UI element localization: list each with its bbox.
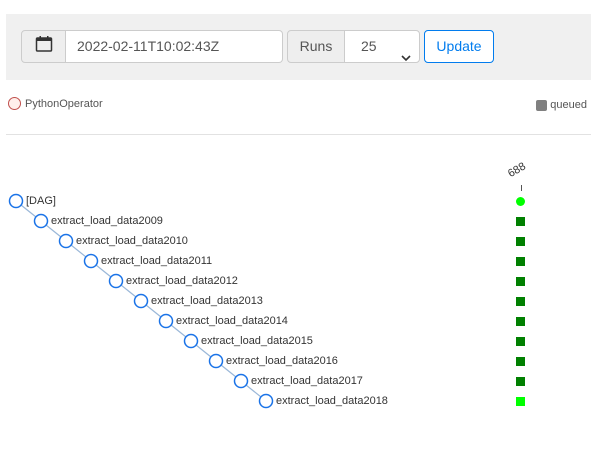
tree-node[interactable] [133, 293, 149, 309]
runs-select-value: 25 [361, 38, 377, 54]
runs-label: Runs [287, 30, 345, 63]
tree-node-label[interactable]: extract_load_data2015 [201, 335, 313, 348]
task-instance-status[interactable] [516, 337, 525, 346]
update-button[interactable]: Update [424, 30, 494, 63]
task-instance-status[interactable] [516, 297, 525, 306]
operator-swatch [8, 97, 21, 110]
legend-operator: PythonOperator [8, 97, 103, 110]
task-instance-status[interactable] [516, 397, 525, 406]
tree-node-label[interactable]: extract_load_data2009 [51, 215, 163, 228]
divider [6, 134, 591, 135]
tree-node-label[interactable]: extract_load_data2013 [151, 295, 263, 308]
queued-swatch [536, 99, 548, 111]
tree-node-label[interactable]: extract_load_data2011 [101, 255, 212, 268]
tree-node[interactable] [108, 273, 124, 289]
task-instance-status[interactable] [516, 317, 525, 326]
tree-node-label[interactable]: extract_load_data2016 [226, 355, 338, 368]
tree-node[interactable] [158, 313, 174, 329]
calendar-icon [35, 35, 53, 58]
tree-node[interactable] [83, 253, 99, 269]
run-id-label[interactable]: 688 [506, 160, 528, 180]
task-instance-status[interactable] [516, 377, 525, 386]
operator-label: PythonOperator [25, 97, 103, 110]
execution-date-input[interactable]: 2022-02-11T10:02:43Z [66, 30, 283, 63]
task-instance-status[interactable] [516, 277, 525, 286]
tree-node[interactable] [208, 353, 224, 369]
runs-select[interactable]: 25 [344, 30, 420, 63]
tree-node-label[interactable]: extract_load_data2012 [126, 275, 238, 288]
run-tick [521, 185, 522, 191]
task-instance-status[interactable] [516, 257, 525, 266]
tree-node-label[interactable]: extract_load_data2017 [251, 375, 363, 388]
tree-node-label[interactable]: extract_load_data2018 [276, 395, 388, 408]
tree-node-label[interactable]: [DAG] [26, 195, 56, 208]
legend-state-queued[interactable]: queued [536, 99, 587, 111]
chevron-down-icon [401, 42, 411, 73]
queued-label: queued [550, 99, 587, 111]
tree-node-label[interactable]: extract_load_data2010 [76, 235, 188, 248]
calendar-button[interactable] [21, 30, 66, 63]
tree-node[interactable] [183, 333, 199, 349]
tree-node[interactable] [8, 193, 24, 209]
tree-node[interactable] [258, 393, 274, 409]
tree-node[interactable] [33, 213, 49, 229]
task-instance-status[interactable] [516, 237, 525, 246]
tree-node-label[interactable]: extract_load_data2014 [176, 315, 288, 328]
dag-run-status-dot[interactable] [516, 197, 525, 206]
tree-node[interactable] [233, 373, 249, 389]
tree-node[interactable] [58, 233, 74, 249]
task-instance-status[interactable] [516, 217, 525, 226]
toolbar: 2022-02-11T10:02:43Z Runs 25 Update [6, 14, 591, 80]
task-instance-status[interactable] [516, 357, 525, 366]
